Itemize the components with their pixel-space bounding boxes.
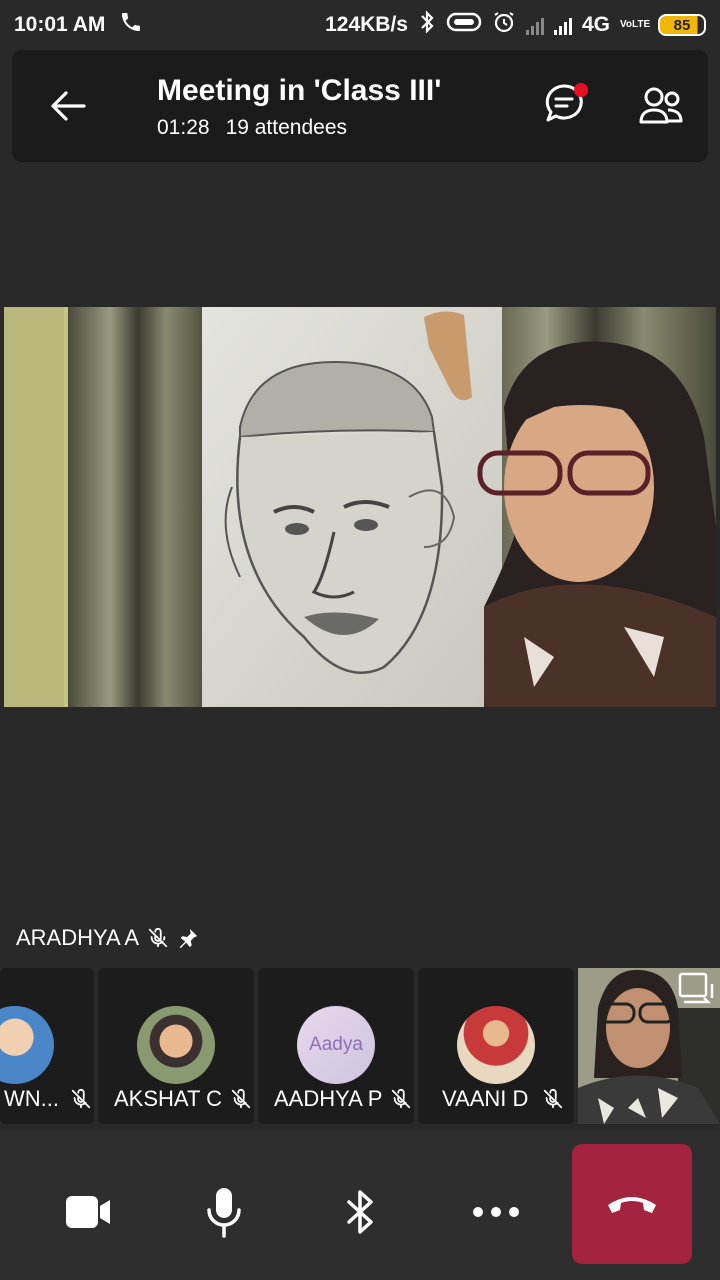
switch-camera-icon: [678, 972, 714, 1004]
participant-strip: WN... AKSHAT C Aadya AADHYA P VAANI D: [0, 968, 720, 1124]
participant-tile[interactable]: WN...: [0, 968, 94, 1124]
meeting-duration: 01:28: [157, 116, 210, 139]
switch-camera-button[interactable]: [676, 970, 716, 1010]
self-view-tile[interactable]: [578, 968, 720, 1124]
volte-badge: VoLTE: [620, 19, 651, 30]
people-icon: [639, 87, 683, 124]
participant-name: VAANI D: [442, 1086, 529, 1111]
avatar: Aadya: [297, 1006, 375, 1084]
microphone-icon: [207, 1188, 241, 1238]
mic-off-icon: [71, 1088, 91, 1109]
avatar: [0, 1006, 54, 1084]
signal-2-icon: [553, 15, 572, 35]
camera-icon: [66, 1196, 110, 1228]
back-button[interactable]: [46, 84, 90, 128]
status-time: 10:01 AM: [14, 13, 106, 36]
mic-off-icon: [543, 1088, 563, 1109]
network-type: 4G: [581, 13, 610, 36]
audio-device-button[interactable]: [330, 1182, 390, 1242]
attendee-count: 19 attendees: [225, 116, 347, 139]
avatar: [137, 1006, 215, 1084]
participant-name: AKSHAT C: [114, 1086, 222, 1111]
avatar-text: Aadya: [309, 1034, 363, 1055]
status-bar: 10:01 AM 124KB/s 4G VoLTE 85: [0, 0, 720, 50]
main-video-feed[interactable]: [4, 307, 716, 707]
meeting-subtitle: 01:28 19 attendees: [157, 116, 347, 140]
camera-button[interactable]: [58, 1182, 118, 1242]
back-arrow-icon: [51, 91, 86, 121]
microphone-button[interactable]: [194, 1182, 254, 1242]
meeting-header: Meeting in 'Class III' 01:28 19 attendee…: [12, 50, 708, 162]
participant-name: AADHYA P: [274, 1086, 383, 1111]
phone-call-icon: [119, 10, 143, 40]
speaker-name: ARADHYA A: [16, 925, 140, 950]
vibrate-icon: [446, 12, 482, 38]
mic-off-icon: [148, 927, 168, 948]
chat-button[interactable]: [542, 80, 590, 128]
alarm-icon: [492, 10, 516, 40]
bluetooth-status-icon: [418, 10, 436, 40]
participants-button[interactable]: [638, 84, 684, 128]
participant-tile[interactable]: Aadya AADHYA P: [258, 968, 414, 1124]
more-icon: [473, 1207, 519, 1217]
mic-off-icon: [391, 1088, 411, 1109]
active-speaker-label: ARADHYA A: [16, 925, 199, 951]
battery-icon: 85: [658, 14, 706, 36]
pin-icon: [179, 928, 198, 949]
bluetooth-icon: [347, 1190, 373, 1234]
hangup-icon: [608, 1197, 656, 1213]
avatar: [457, 1006, 535, 1084]
network-speed: 124KB/s: [325, 13, 408, 36]
video-frame-image: [4, 307, 716, 707]
participant-tile[interactable]: AKSHAT C: [98, 968, 254, 1124]
participant-name: WN...: [4, 1086, 59, 1111]
mic-off-icon: [231, 1088, 251, 1109]
hang-up-button[interactable]: [572, 1144, 692, 1264]
meeting-title: Meeting in 'Class III': [157, 74, 442, 107]
participant-tile[interactable]: VAANI D: [418, 968, 574, 1124]
chat-icon: [545, 83, 588, 122]
signal-1-icon: [525, 15, 544, 35]
call-controls: [0, 1130, 720, 1280]
notification-dot: [574, 83, 588, 97]
more-options-button[interactable]: [466, 1182, 526, 1242]
